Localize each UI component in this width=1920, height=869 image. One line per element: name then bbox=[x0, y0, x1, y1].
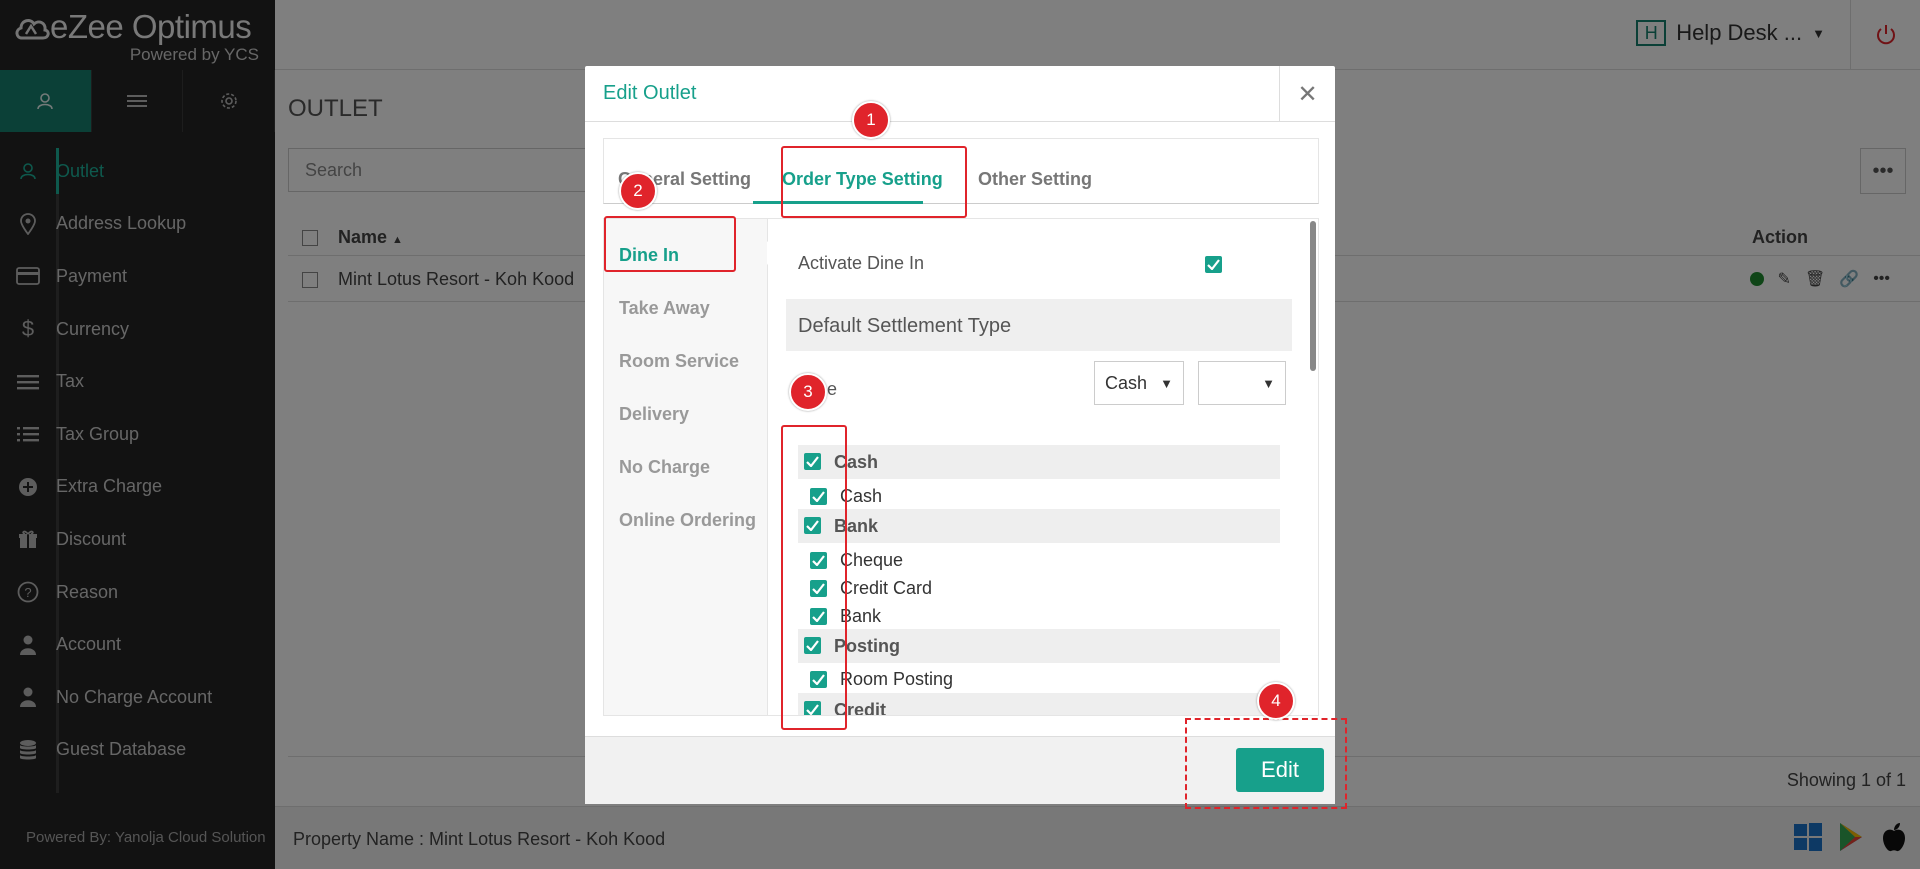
item-row-bank: Bank bbox=[798, 603, 1280, 629]
group-row-bank: Bank bbox=[798, 509, 1280, 543]
annotation-marker-4: 4 bbox=[1257, 682, 1295, 720]
active-tab-indicator bbox=[753, 201, 923, 204]
item-label: Cash bbox=[840, 486, 883, 506]
item-label: Bank bbox=[840, 606, 882, 626]
modal-header: Edit Outlet ✕ bbox=[585, 66, 1335, 122]
activate-dine-in-label: Activate Dine In bbox=[798, 253, 925, 273]
item-label: Credit Card bbox=[840, 578, 933, 598]
activate-dine-in-checkbox[interactable] bbox=[1205, 256, 1222, 273]
check-icon bbox=[806, 456, 819, 467]
order-type-panel: Dine In Take Away Room Service Delivery … bbox=[603, 218, 1319, 716]
close-icon: ✕ bbox=[1297, 80, 1318, 108]
group-label: Bank bbox=[834, 516, 879, 536]
group-checkbox[interactable] bbox=[804, 517, 821, 534]
item-checkbox[interactable] bbox=[810, 552, 827, 569]
item-checkbox[interactable] bbox=[810, 580, 827, 597]
group-checkbox[interactable] bbox=[804, 637, 821, 654]
group-label: Credit bbox=[834, 700, 887, 716]
modal-title: Edit Outlet bbox=[603, 82, 697, 104]
item-checkbox[interactable] bbox=[810, 671, 827, 688]
group-row-credit: Credit bbox=[798, 693, 1280, 716]
dine-in-settings: Activate Dine In Default Settlement Type… bbox=[768, 219, 1308, 716]
group-checkbox[interactable] bbox=[804, 453, 821, 470]
item-checkbox[interactable] bbox=[810, 488, 827, 505]
settlement-subtype-select[interactable]: ▼ bbox=[1198, 361, 1286, 405]
annotation-marker-1: 1 bbox=[852, 101, 890, 139]
tab-other-setting[interactable]: Other Setting bbox=[978, 169, 1092, 190]
order-type-nav: Dine In Take Away Room Service Delivery … bbox=[604, 219, 768, 715]
check-icon bbox=[806, 640, 819, 651]
close-button[interactable]: ✕ bbox=[1279, 66, 1335, 122]
group-checkbox[interactable] bbox=[804, 701, 821, 715]
settlement-type-select[interactable]: Cash ▼ bbox=[1094, 361, 1184, 405]
settlement-type-value: Cash bbox=[1105, 372, 1148, 393]
annotation-marker-2: 2 bbox=[619, 172, 657, 210]
caret-down-icon: ▼ bbox=[1160, 375, 1173, 391]
group-row-cash: Cash bbox=[798, 445, 1280, 479]
order-type-take-away[interactable]: Take Away bbox=[619, 298, 710, 319]
order-type-delivery[interactable]: Delivery bbox=[619, 404, 689, 425]
check-icon bbox=[812, 583, 825, 594]
scrollbar[interactable] bbox=[1310, 221, 1316, 371]
annotation-marker-3: 3 bbox=[789, 373, 827, 411]
edit-outlet-modal: Edit Outlet ✕ General Setting Order Type… bbox=[585, 66, 1335, 804]
item-row-credit-card: Credit Card bbox=[798, 575, 1280, 601]
item-row-room-posting: Room Posting bbox=[798, 666, 1280, 692]
group-row-posting: Posting bbox=[798, 629, 1280, 663]
settings-tabs: General Setting Order Type Setting Other… bbox=[603, 138, 1319, 204]
modal-footer bbox=[585, 736, 1335, 804]
order-type-dine-in[interactable]: Dine In bbox=[619, 245, 679, 266]
tab-order-type-setting[interactable]: Order Type Setting bbox=[782, 169, 943, 190]
group-label: Posting bbox=[834, 636, 900, 656]
item-label: Cheque bbox=[840, 550, 904, 570]
caret-down-icon: ▼ bbox=[1262, 375, 1275, 391]
check-icon bbox=[1207, 259, 1220, 270]
check-icon bbox=[812, 555, 825, 566]
order-type-online-ordering[interactable]: Online Ordering bbox=[619, 510, 756, 531]
order-type-room-service[interactable]: Room Service bbox=[619, 351, 739, 372]
order-type-no-charge[interactable]: No Charge bbox=[619, 457, 710, 478]
item-checkbox[interactable] bbox=[810, 608, 827, 625]
check-icon bbox=[812, 674, 825, 685]
check-icon bbox=[806, 704, 819, 715]
check-icon bbox=[806, 520, 819, 531]
edit-button[interactable]: Edit bbox=[1236, 748, 1324, 792]
default-settlement-title: Default Settlement Type bbox=[786, 299, 1292, 351]
check-icon bbox=[812, 611, 825, 622]
group-label: Cash bbox=[834, 452, 879, 472]
item-row-cheque: Cheque bbox=[798, 547, 1280, 573]
item-row-cash: Cash bbox=[798, 483, 1280, 509]
check-icon bbox=[812, 491, 825, 502]
item-label: Room Posting bbox=[840, 669, 954, 689]
